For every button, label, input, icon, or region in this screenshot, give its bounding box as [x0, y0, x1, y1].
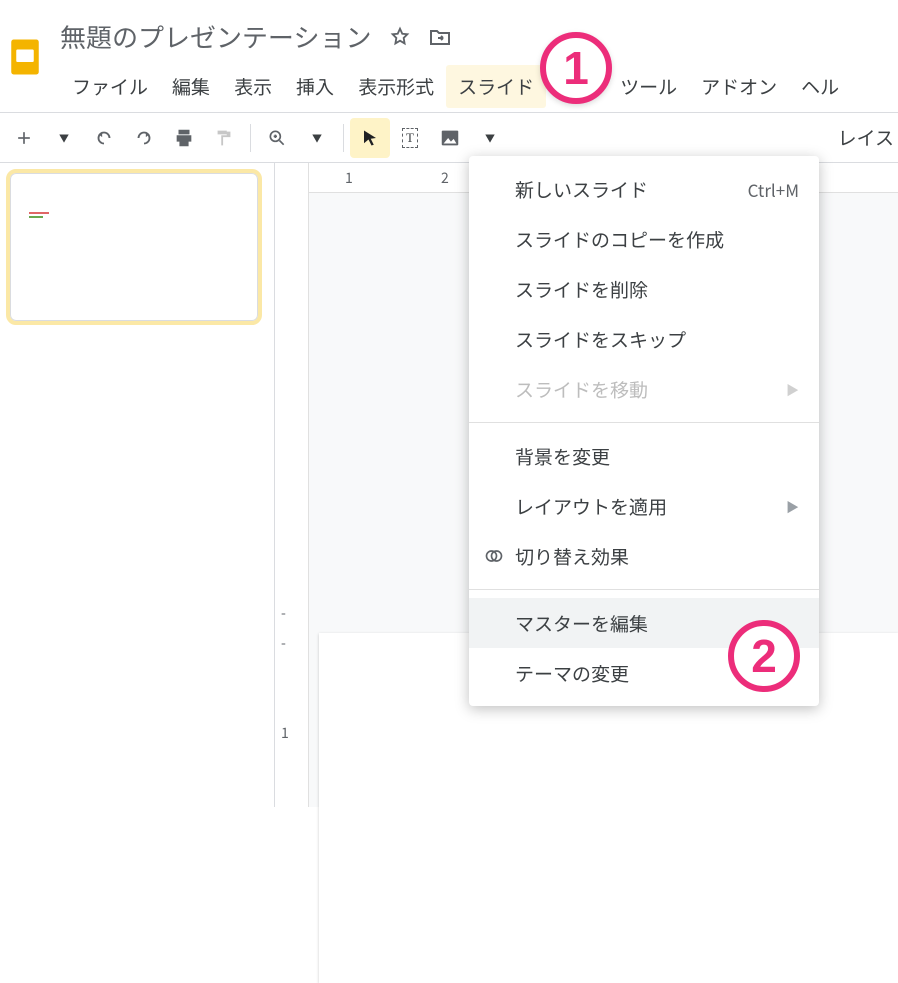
doc-title[interactable]: 無題のプレゼンテーション	[50, 14, 379, 59]
menu-view[interactable]: 表示	[222, 65, 284, 108]
zoom-dropdown[interactable]: ▼	[297, 118, 337, 158]
new-slide-dropdown[interactable]: ▼	[44, 118, 84, 158]
select-tool[interactable]	[350, 118, 390, 158]
submenu-arrow-icon: ▶	[786, 497, 799, 516]
textbox-tool[interactable]: T	[390, 118, 430, 158]
menuitem-label: スライドを移動	[515, 376, 648, 403]
slides-app-icon	[0, 38, 50, 108]
menuitem-label: マスターを編集	[515, 610, 648, 637]
submenu-arrow-icon: ▶	[786, 380, 799, 399]
image-tool[interactable]	[430, 118, 470, 158]
star-icon[interactable]	[387, 24, 413, 50]
redo-button[interactable]	[124, 118, 164, 158]
annotation-badge-1: 1	[540, 32, 612, 104]
menu-divider	[469, 589, 819, 590]
zoom-button[interactable]	[257, 118, 297, 158]
menu-addons[interactable]: アドオン	[689, 65, 789, 108]
menuitem-delete-slide[interactable]: スライドを削除	[469, 264, 819, 314]
menubar: ファイル 編集 表示 挿入 表示形式 スライド 配置 ツール アドオン ヘル	[50, 65, 898, 108]
menu-slide[interactable]: スライド	[446, 65, 546, 108]
menu-insert[interactable]: 挿入	[284, 65, 346, 108]
menu-format[interactable]: 表示形式	[346, 65, 446, 108]
menuitem-label: スライドのコピーを作成	[515, 226, 724, 253]
menuitem-label: レイアウトを適用	[515, 493, 667, 520]
slide-thumbnail-1[interactable]	[10, 173, 258, 321]
new-slide-button[interactable]	[4, 118, 44, 158]
menuitem-move-slide: スライドを移動 ▶	[469, 364, 819, 414]
menuitem-new-slide[interactable]: 新しいスライド Ctrl+M	[469, 164, 819, 214]
menu-file[interactable]: ファイル	[60, 65, 160, 108]
menuitem-label: テーマの変更	[515, 660, 629, 687]
layout-button[interactable]: レイス	[838, 124, 898, 151]
menuitem-apply-layout[interactable]: レイアウトを適用 ▶	[469, 481, 819, 531]
menuitem-skip-slide[interactable]: スライドをスキップ	[469, 314, 819, 364]
menuitem-copy-slide[interactable]: スライドのコピーを作成	[469, 214, 819, 264]
paint-format-button[interactable]	[204, 118, 244, 158]
menuitem-label: スライドを削除	[515, 276, 648, 303]
vertical-ruler: - - 1	[275, 163, 309, 807]
menuitem-label: 新しいスライド	[515, 176, 648, 203]
menu-divider	[469, 422, 819, 423]
menuitem-transition[interactable]: 切り替え効果	[469, 531, 819, 581]
menuitem-change-background[interactable]: 背景を変更	[469, 431, 819, 481]
menuitem-shortcut: Ctrl+M	[748, 177, 799, 202]
transition-icon	[483, 545, 505, 567]
menuitem-label: 切り替え効果	[515, 543, 629, 570]
menuitem-label: スライドをスキップ	[515, 326, 686, 353]
menu-help[interactable]: ヘル	[789, 65, 851, 108]
menu-tools[interactable]: ツール	[608, 65, 689, 108]
slide-thumbnail-panel	[0, 163, 275, 807]
menuitem-label: 背景を変更	[515, 443, 610, 470]
annotation-badge-2: 2	[728, 620, 800, 692]
move-to-folder-icon[interactable]	[427, 24, 453, 50]
print-button[interactable]	[164, 118, 204, 158]
undo-button[interactable]	[84, 118, 124, 158]
menu-edit[interactable]: 編集	[160, 65, 222, 108]
image-dropdown[interactable]: ▼	[470, 118, 510, 158]
